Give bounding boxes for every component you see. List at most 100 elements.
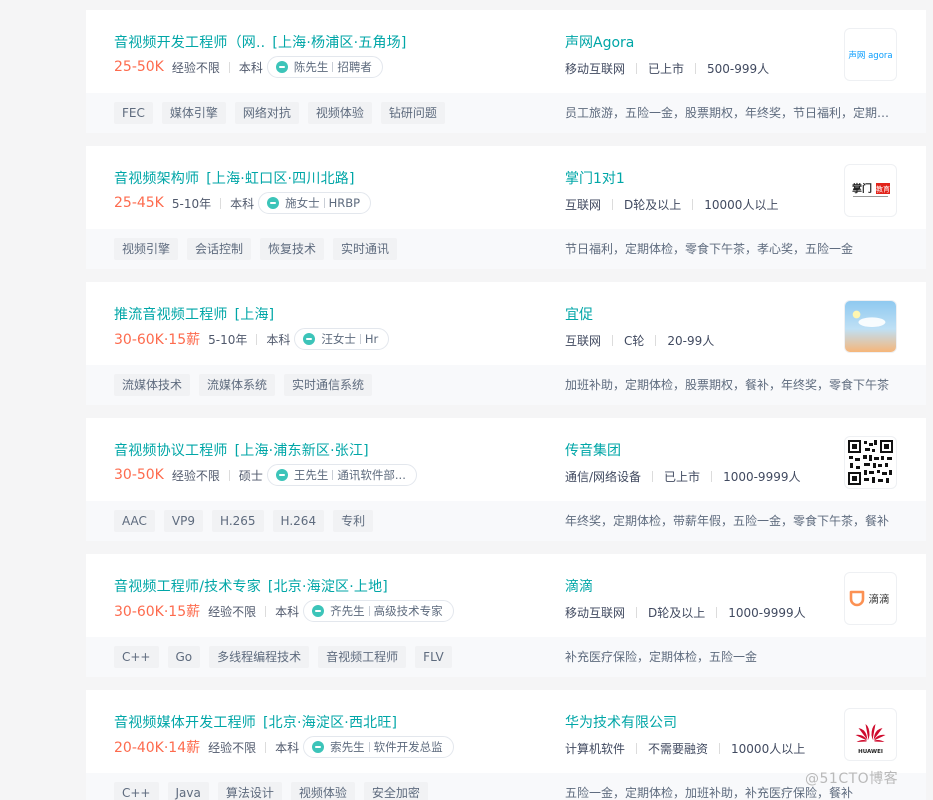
skill-tag: 视频体验 (290, 782, 355, 800)
job-title-link[interactable]: 音视频协议工程师 [上海·浦东新区·张江] (114, 440, 369, 460)
company-logo[interactable]: 掌门 教育 (844, 164, 897, 217)
company-size: 20-99人 (667, 334, 715, 348)
job-card-primary: 音视频协议工程师 [上海·浦东新区·张江] 30-50K 经验不限 硕士 王先生 … (86, 418, 926, 501)
divider (256, 333, 258, 345)
company-size: 1000-9999人 (728, 606, 806, 620)
company-industry: 互联网 (565, 198, 602, 212)
recruiter-badge[interactable]: 陈先生 招聘者 (266, 56, 383, 78)
experience: 5-10年 (208, 332, 248, 347)
divider (612, 335, 614, 346)
job-card[interactable]: 音视频协议工程师 [上海·浦东新区·张江] 30-50K 经验不限 硕士 王先生 … (86, 418, 926, 541)
skill-tag: FLV (415, 646, 452, 668)
job-card[interactable]: 音视频架构师 [上海·虹口区·四川北路] 25-45K 5-10年 本科 施女士 … (86, 146, 926, 269)
company-stage: C轮 (624, 334, 645, 348)
job-title[interactable]: 音视频开发工程师（网.. (114, 35, 265, 51)
job-list: 音视频开发工程师（网.. [上海·杨浦区·五角场] 25-50K 经验不限 本科 … (86, 10, 926, 800)
job-info: 20-40K·14薪 经验不限 本科 索先生 软件开发总监 (114, 736, 454, 758)
skill-tag: 流媒体系统 (199, 374, 276, 396)
recruiter-name: 陈先生 (293, 60, 329, 74)
skill-tags: AAC VP9 H.265 H.264 专利 (114, 510, 382, 532)
company-name-link[interactable]: 宜促 (565, 304, 593, 324)
job-title[interactable]: 音视频媒体开发工程师 (114, 715, 256, 731)
skill-tag: 实时通信系统 (284, 374, 373, 396)
company-name-link[interactable]: 华为技术有限公司 (565, 712, 677, 732)
company-logo[interactable]: HUAWEI (844, 708, 897, 761)
job-card-primary: 音视频媒体开发工程师 [北京·海淀区·西北旺] 20-40K·14薪 经验不限 本… (86, 690, 926, 773)
job-title-link[interactable]: 音视频媒体开发工程师 [北京·海淀区·西北旺] (114, 712, 397, 732)
job-location: [上海·虹口区·四川北路] (206, 171, 355, 187)
recruiter-badge[interactable]: 齐先生 高级技术专家 (303, 600, 454, 622)
job-info: 30-50K 经验不限 硕士 王先生 通讯软件部... (114, 464, 417, 486)
sky-logo-icon (845, 301, 896, 352)
salary: 25-45K (114, 195, 164, 211)
job-title[interactable]: 音视频协议工程师 (114, 443, 228, 459)
company-size: 500-999人 (707, 62, 770, 76)
svg-text:掌门: 掌门 (852, 182, 872, 195)
recruiter-avatar-icon (275, 469, 288, 481)
job-card-footer: FEC 媒体引擎 网络对抗 视频体验 钻研问题 员工旅游，五险一金，股票期权，年… (86, 93, 926, 133)
company-logo[interactable]: 声网 agora (844, 28, 897, 81)
divider (655, 335, 657, 346)
recruiter-badge[interactable]: 索先生 软件开发总监 (303, 736, 454, 758)
company-logo[interactable]: 滴滴 (844, 572, 897, 625)
svg-text:HUAWEI: HUAWEI (858, 749, 883, 755)
job-card[interactable]: 推流音视频工程师 [上海] 30-60K·15薪 5-10年 本科 汪女士 Hr … (86, 282, 926, 405)
company-name-link[interactable]: 滴滴 (565, 576, 593, 596)
recruiter-avatar-icon (303, 333, 316, 345)
agora-logo-icon: 声网 agora (848, 50, 892, 61)
recruiter-badge[interactable]: 施女士 HRBP (258, 192, 372, 214)
recruiter-badge[interactable]: 王先生 通讯软件部... (266, 464, 417, 486)
company-industry: 计算机软件 (565, 742, 626, 756)
skill-tag: 算法设计 (217, 782, 282, 800)
divider (719, 743, 721, 754)
recruiter-name: 索先生 (330, 740, 365, 754)
job-title-link[interactable]: 音视频架构师 [上海·虹口区·四川北路] (114, 168, 355, 188)
job-location: [北京·海淀区·上地] (267, 579, 388, 595)
education: 硕士 (238, 468, 263, 483)
company-size: 10000人以上 (704, 198, 779, 212)
skill-tags: 流媒体技术 流媒体系统 实时通信系统 (114, 374, 381, 396)
job-card-primary: 音视频工程师/技术专家 [北京·海淀区·上地] 30-60K·15薪 经验不限 本… (86, 554, 926, 637)
company-name-link[interactable]: 声网Agora (565, 32, 634, 52)
skill-tag: 钻研问题 (380, 102, 445, 124)
skill-tag: C++ (114, 646, 159, 668)
job-card-footer: 视频引擎 会话控制 恢复技术 实时通讯 节日福利，定期体检，零食下午茶，孝心奖，… (86, 229, 926, 269)
company-logo[interactable] (844, 436, 897, 489)
education: 本科 (275, 604, 300, 619)
job-title[interactable]: 推流音视频工程师 (114, 307, 228, 323)
svg-text:声网 agora: 声网 agora (848, 50, 892, 61)
company-size: 1000-9999人 (723, 470, 801, 484)
job-title-link[interactable]: 音视频开发工程师（网.. [上海·杨浦区·五角场] (114, 32, 407, 52)
recruiter-badge[interactable]: 汪女士 Hr (294, 328, 390, 350)
divider (265, 605, 267, 617)
job-card[interactable]: 音视频媒体开发工程师 [北京·海淀区·西北旺] 20-40K·14薪 经验不限 本… (86, 690, 926, 800)
job-card[interactable]: 音视频工程师/技术专家 [北京·海淀区·上地] 30-60K·15薪 经验不限 本… (86, 554, 926, 677)
job-title[interactable]: 音视频工程师/技术专家 (114, 579, 261, 595)
company-stage: 已上市 (648, 62, 685, 76)
divider (359, 334, 361, 344)
skill-tag: 视频体验 (307, 102, 372, 124)
divider (636, 743, 638, 754)
skill-tag: 音视频工程师 (318, 646, 407, 668)
divider (636, 607, 638, 618)
divider (695, 63, 697, 74)
company-industry: 移动互联网 (565, 606, 626, 620)
watermark: @51CTO博客 (805, 771, 899, 787)
job-info: 25-45K 5-10年 本科 施女士 HRBP (114, 192, 372, 214)
company-industry: 互联网 (565, 334, 602, 348)
job-card[interactable]: 音视频开发工程师（网.. [上海·杨浦区·五角场] 25-50K 经验不限 本科 … (86, 10, 926, 133)
job-title-link[interactable]: 音视频工程师/技术专家 [北京·海淀区·上地] (114, 576, 388, 596)
job-title[interactable]: 音视频架构师 (114, 171, 199, 187)
company-name-link[interactable]: 传音集团 (565, 440, 621, 460)
experience: 经验不限 (208, 740, 257, 755)
company-name-link[interactable]: 掌门1对1 (565, 168, 625, 188)
recruiter-name: 施女士 (285, 196, 320, 210)
company-logo[interactable] (844, 300, 897, 353)
skill-tag: Java (167, 782, 209, 800)
job-card-footer: C++ Java 算法设计 视频体验 安全加密 五险一金，定期体检，加班补助，补… (86, 773, 926, 800)
job-title-link[interactable]: 推流音视频工程师 [上海] (114, 304, 274, 324)
divider (711, 471, 713, 482)
job-card-primary: 音视频开发工程师（网.. [上海·杨浦区·五角场] 25-50K 经验不限 本科 … (86, 10, 926, 93)
recruiter-avatar-icon (267, 197, 280, 209)
recruiter-role: Hr (364, 332, 379, 346)
